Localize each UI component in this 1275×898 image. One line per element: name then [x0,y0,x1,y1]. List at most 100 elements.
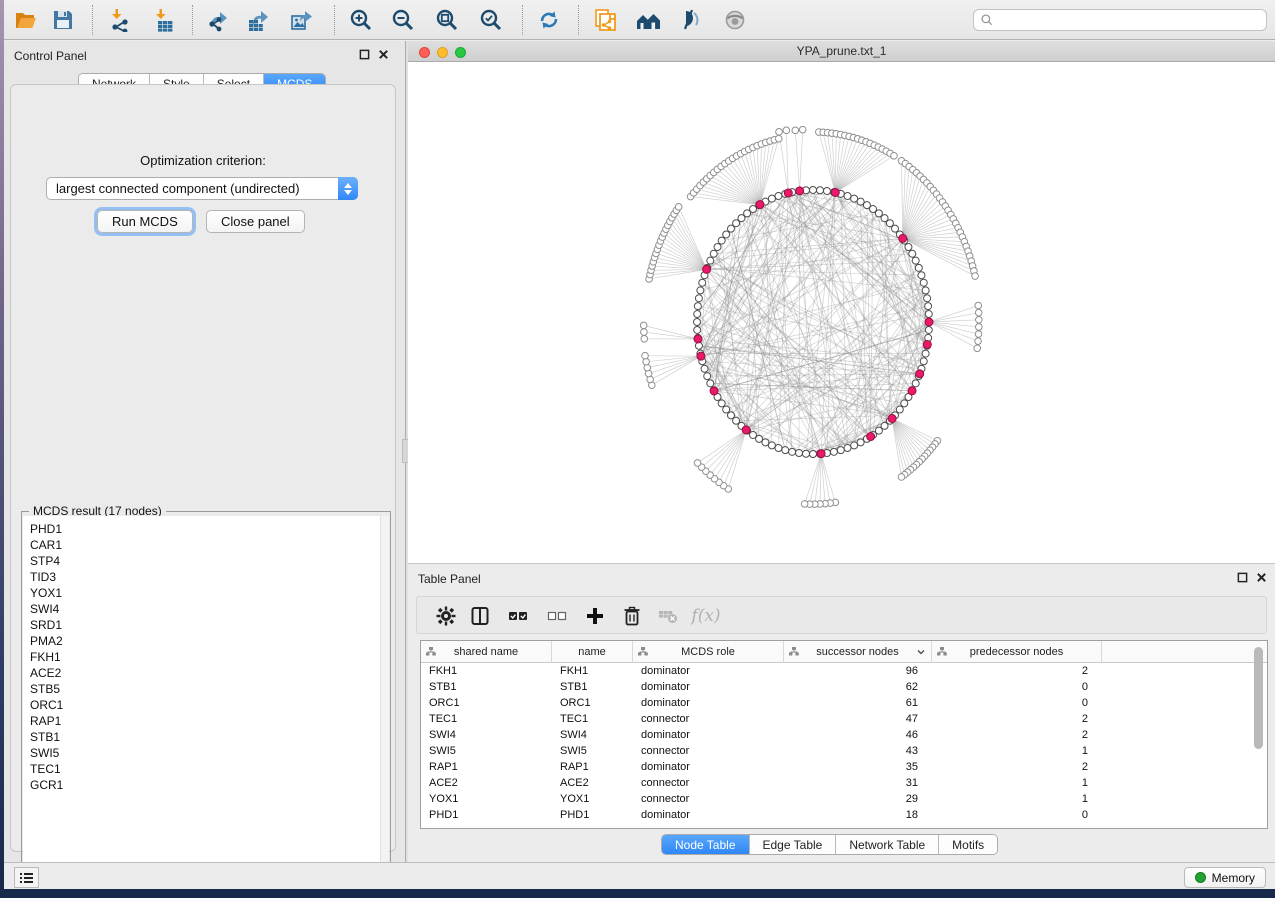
criterion-value: largest connected component (undirected) [47,181,338,196]
status-menu-button[interactable] [14,867,39,888]
refresh-icon[interactable] [536,7,562,33]
tab-network-table[interactable]: Network Table [836,835,939,854]
mcds-result-item[interactable]: SRD1 [30,617,380,633]
tab-motifs[interactable]: Motifs [939,835,997,854]
close-panel-icon[interactable] [378,49,389,60]
attribute-icon [789,647,799,656]
column-header-predecessor-nodes[interactable]: predecessor nodes [932,641,1102,663]
table-row[interactable]: TEC1TEC1connector472 [421,711,1267,727]
table-row[interactable]: SWI4SWI4dominator462 [421,727,1267,743]
share-document-icon[interactable] [592,7,618,33]
table-row[interactable]: FKH1FKH1dominator962 [421,663,1267,679]
mcds-result-item[interactable]: ACE2 [30,665,380,681]
table-cell: 61 [784,695,932,711]
close-panel-icon[interactable] [1256,572,1267,583]
float-panel-icon[interactable] [1237,572,1248,583]
table-row[interactable]: SWI5SWI5connector431 [421,743,1267,759]
show-eye-icon[interactable] [722,7,748,33]
zoom-fit-icon[interactable] [434,7,460,33]
table-row[interactable]: ORC1ORC1dominator610 [421,695,1267,711]
import-network-icon[interactable] [107,7,133,33]
table-panel-title: Table Panel [418,572,481,586]
mcds-result-item[interactable]: CAR1 [30,537,380,553]
table-row[interactable]: RAP1RAP1dominator352 [421,759,1267,775]
zoom-out-icon[interactable] [390,7,416,33]
search-input[interactable] [994,11,1266,29]
close-panel-button[interactable]: Close panel [206,210,305,233]
column-header-successor-nodes[interactable]: successor nodes [784,641,932,663]
run-mcds-button[interactable]: Run MCDS [97,210,193,233]
export-image-icon[interactable] [289,7,315,33]
mcds-result-item[interactable]: STB5 [30,681,380,697]
mcds-result-item[interactable]: TEC1 [30,761,380,777]
node-table-header: shared name name MCDS role successor nod… [421,641,1267,663]
zoom-in-icon[interactable] [348,7,374,33]
import-table-icon[interactable] [150,7,176,33]
table-cell: dominator [633,679,784,695]
mcds-result-item[interactable]: STP4 [30,553,380,569]
tab-edge-table[interactable]: Edge Table [750,835,837,854]
home-icon[interactable] [635,7,661,33]
table-cell: 1 [932,743,1102,759]
mcds-result-item[interactable]: STB1 [30,729,380,745]
mcds-result-item[interactable]: GCR1 [30,777,380,793]
float-panel-icon[interactable] [359,49,370,60]
hide-selected-icon[interactable] [677,7,703,33]
column-header-name[interactable]: name [552,641,633,663]
mcds-result-item[interactable]: YOX1 [30,585,380,601]
toolbar-separator [92,5,93,35]
toolbar-separator [192,5,193,35]
search-icon [980,13,994,27]
table-cell: ORC1 [421,695,552,711]
mcds-result-item[interactable]: SWI5 [30,745,380,761]
open-file-icon[interactable] [13,7,39,33]
network-titlebar[interactable]: YPA_prune.txt_1 [408,41,1275,62]
table-scrollbar[interactable] [1253,645,1265,825]
search-field[interactable] [973,9,1267,31]
show-columns-icon[interactable] [467,603,493,629]
memory-button[interactable]: Memory [1184,867,1266,888]
node-table-body: FKH1FKH1dominator962STB1STB1dominator620… [421,663,1267,823]
column-header-shared-name[interactable]: shared name [421,641,552,663]
save-session-icon[interactable] [50,7,76,33]
network-view[interactable] [408,62,1275,563]
table-toolbar: f(x) [416,596,1267,634]
column-header-mcds-role[interactable]: MCDS role [633,641,784,663]
mcds-result-list[interactable]: PHD1CAR1STP4TID3YOX1SWI4SRD1PMA2FKH1ACE2… [23,516,381,878]
mcds-result-item[interactable]: ORC1 [30,697,380,713]
export-network-icon[interactable] [206,7,232,33]
table-cell: 1 [932,775,1102,791]
mcds-result-item[interactable]: SWI4 [30,601,380,617]
settings-gear-icon[interactable] [433,603,459,629]
table-cell: FKH1 [421,663,552,679]
table-cell: 1 [932,791,1102,807]
mcds-result-item[interactable]: FKH1 [30,649,380,665]
export-table-icon[interactable] [246,7,272,33]
mcds-result-item[interactable]: RAP1 [30,713,380,729]
column-label: MCDS role [681,646,735,658]
delete-column-icon[interactable] [619,603,645,629]
table-row[interactable]: PHD1PHD1dominator180 [421,807,1267,823]
apply-function-icon[interactable]: f(x) [689,603,723,629]
tab-node-table[interactable]: Node Table [662,835,750,854]
network-graph[interactable] [408,62,1275,563]
table-cell: YOX1 [421,791,552,807]
zoom-selected-icon[interactable] [478,7,504,33]
mcds-list-scrollbar[interactable] [380,516,389,878]
table-scrollbar-thumb[interactable] [1254,647,1263,749]
table-cell: 62 [784,679,932,695]
column-label: name [578,646,606,658]
delete-table-icon[interactable] [655,603,681,629]
criterion-dropdown[interactable]: largest connected component (undirected) [46,177,358,200]
dropdown-stepper-icon [338,177,358,200]
table-cell: SWI4 [421,727,552,743]
mcds-result-item[interactable]: TID3 [30,569,380,585]
table-row[interactable]: STB1STB1dominator620 [421,679,1267,695]
mcds-result-item[interactable]: PHD1 [30,521,380,537]
mcds-result-item[interactable]: PMA2 [30,633,380,649]
add-column-icon[interactable] [582,603,608,629]
table-row[interactable]: ACE2ACE2connector311 [421,775,1267,791]
deselect-all-icon[interactable] [544,603,570,629]
table-row[interactable]: YOX1YOX1connector291 [421,791,1267,807]
select-all-icon[interactable] [505,603,531,629]
